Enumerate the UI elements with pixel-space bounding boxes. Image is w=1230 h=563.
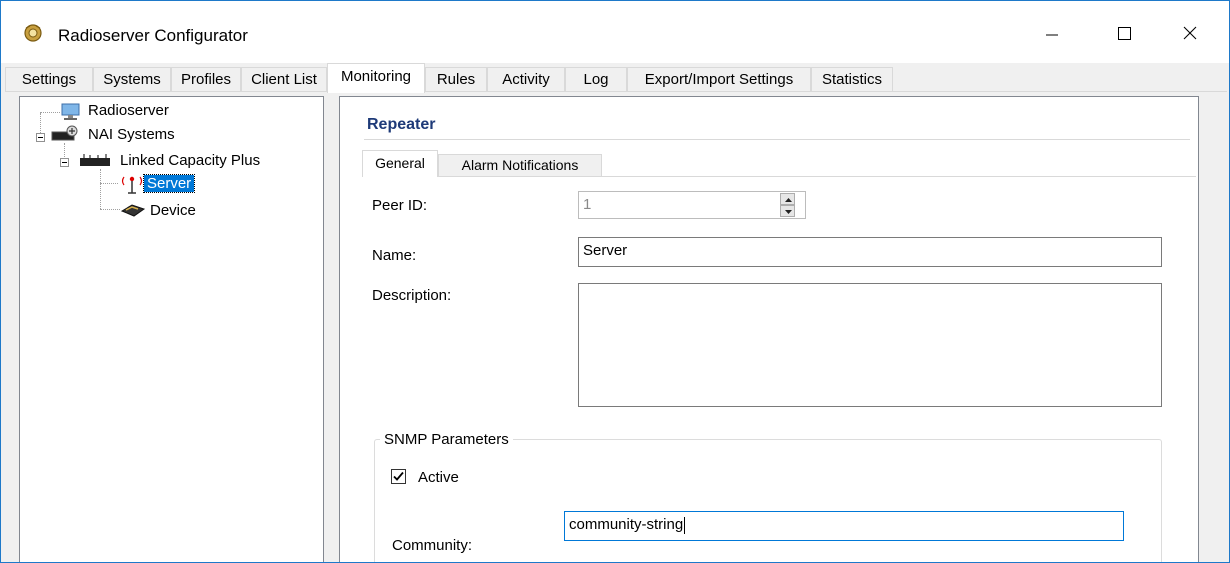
tab-rules[interactable]: Rules [425, 67, 487, 92]
community-input[interactable]: community-string [564, 511, 1124, 541]
tree-connector [100, 183, 118, 184]
tree-item-nai-systems[interactable]: NAI Systems [88, 126, 175, 143]
peer-id-label: Peer ID: [372, 197, 428, 214]
tree-item-server-label: Server [142, 174, 196, 193]
network-icon [78, 152, 114, 173]
subtab-border [362, 176, 1196, 177]
system-tree[interactable]: Radioserver NAI Systems Linked Capacity … [19, 96, 324, 562]
tree-item-device[interactable]: Device [150, 202, 196, 219]
snmp-parameters-group [374, 439, 1162, 562]
name-label: Name: [372, 247, 417, 264]
chevron-down-icon [785, 210, 792, 214]
checkmark-icon [393, 471, 404, 481]
collapse-icon[interactable] [36, 133, 45, 142]
tab-activity[interactable]: Activity [487, 67, 565, 92]
section-title: Repeater [367, 116, 436, 133]
active-checkbox[interactable] [391, 469, 406, 484]
tab-statistics[interactable]: Statistics [811, 67, 893, 92]
window-title: Radioserver Configurator [58, 26, 248, 45]
antenna-icon [120, 173, 144, 200]
tab-export-import-settings[interactable]: Export/Import Settings [627, 67, 811, 92]
peer-id-decrement[interactable] [780, 205, 795, 217]
minimize-button[interactable] [1029, 13, 1075, 53]
tab-systems[interactable]: Systems [93, 67, 171, 92]
computer-icon [58, 103, 84, 126]
snmp-parameters-label: SNMP Parameters [380, 431, 513, 448]
tree-item-server[interactable]: Server [142, 174, 196, 193]
tab-monitoring[interactable]: Monitoring [327, 63, 425, 93]
application-window: Radioserver Configurator Settings System… [0, 0, 1230, 563]
active-label: Active [418, 469, 459, 486]
peer-id-input[interactable]: 1 [578, 191, 806, 219]
tab-profiles[interactable]: Profiles [171, 67, 241, 92]
radioserver-app-icon [23, 23, 43, 43]
community-label: Community: [392, 537, 473, 554]
community-value: community-string [569, 516, 684, 533]
main-tab-strip: Settings Systems Profiles Client List Mo… [1, 63, 1229, 93]
close-button[interactable] [1167, 13, 1213, 53]
text-cursor [684, 516, 686, 534]
title-bar: Radioserver Configurator [1, 1, 1229, 63]
tab-log[interactable]: Log [565, 67, 627, 92]
maximize-button[interactable] [1101, 13, 1147, 53]
name-input[interactable]: Server [578, 237, 1162, 267]
minimize-icon [1046, 34, 1058, 36]
collapse-icon[interactable] [60, 158, 69, 167]
description-textarea[interactable] [578, 283, 1162, 407]
tree-item-linked-capacity-plus[interactable]: Linked Capacity Plus [120, 152, 260, 169]
tab-alarm-notifications[interactable]: Alarm Notifications [438, 154, 602, 176]
device-icon [120, 201, 146, 224]
system-icon [50, 125, 80, 150]
repeater-panel: Repeater General Alarm Notifications Pee… [339, 96, 1199, 562]
close-icon [1183, 26, 1197, 40]
description-label: Description: [372, 287, 452, 304]
tab-settings[interactable]: Settings [5, 67, 93, 92]
maximize-icon [1118, 27, 1131, 40]
tab-panel-border [5, 91, 1227, 92]
tree-item-radioserver[interactable]: Radioserver [88, 102, 169, 119]
tree-connector [100, 169, 101, 209]
chevron-up-icon [785, 198, 792, 202]
tree-connector [100, 209, 120, 210]
section-divider [364, 139, 1190, 140]
tree-connector [40, 112, 60, 113]
tab-general[interactable]: General [362, 150, 438, 177]
peer-id-increment[interactable] [780, 193, 795, 205]
tab-client-list[interactable]: Client List [241, 67, 327, 92]
